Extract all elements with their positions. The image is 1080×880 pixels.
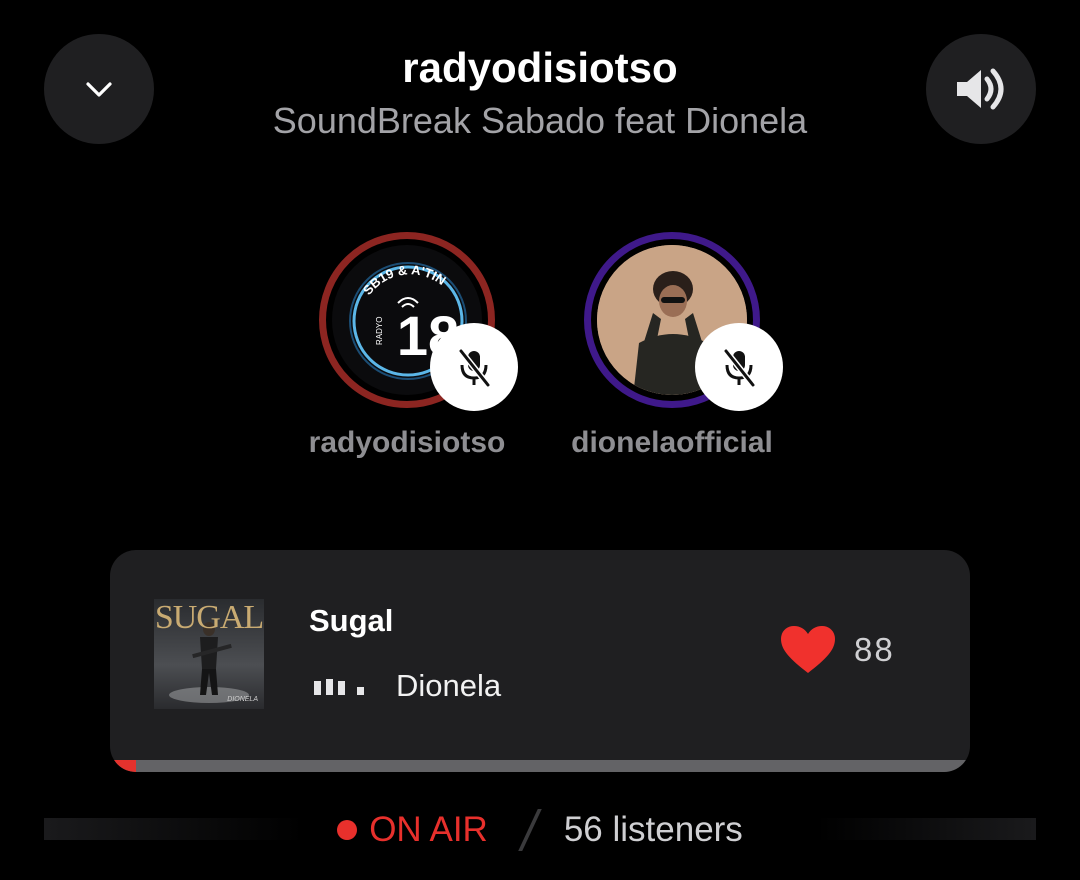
like-button[interactable]: 88 bbox=[780, 625, 895, 675]
host-avatar[interactable] bbox=[584, 232, 783, 411]
now-playing-card[interactable]: SUGAL DIONELA Sugal Dionela 88 bbox=[110, 550, 970, 772]
live-dot-icon bbox=[337, 820, 358, 840]
room-subtitle: SoundBreak Sabado feat Dionela bbox=[272, 100, 808, 141]
svg-text:RADYO: RADYO bbox=[375, 317, 384, 345]
progress-bar[interactable] bbox=[110, 760, 970, 772]
avatar-arc-text: SB19 & A'TIN bbox=[360, 262, 449, 297]
volume-button[interactable] bbox=[926, 34, 1036, 144]
equalizer-icon bbox=[314, 679, 364, 695]
host-dionelaofficial[interactable]: dionelaofficial bbox=[542, 232, 802, 460]
listeners-count[interactable]: 56 listeners bbox=[564, 810, 743, 850]
divider bbox=[518, 809, 542, 851]
host-name: dionelaofficial bbox=[571, 426, 773, 459]
album-art[interactable]: SUGAL DIONELA bbox=[154, 599, 264, 709]
room-title: radyodisiotso bbox=[402, 44, 678, 91]
album-artist-text: DIONELA bbox=[227, 696, 258, 703]
album-title-text: SUGAL bbox=[154, 599, 264, 636]
svg-text:SB19 & A'TIN: SB19 & A'TIN bbox=[360, 262, 449, 297]
on-air-label: ON AIR bbox=[369, 810, 488, 849]
like-count: 88 bbox=[854, 631, 895, 668]
song-artist-row: Dionela bbox=[314, 668, 501, 704]
mic-off-icon bbox=[458, 349, 491, 387]
host-radyodisiotso[interactable]: SB19 & A'TIN 18 RADYO radyodisiotso bbox=[277, 232, 537, 460]
heart-icon bbox=[781, 626, 835, 673]
progress-fill bbox=[110, 760, 136, 772]
host-avatar[interactable]: SB19 & A'TIN 18 RADYO bbox=[319, 232, 518, 411]
mic-muted-badge bbox=[695, 323, 783, 411]
song-artist: Dionela bbox=[396, 668, 502, 703]
host-name: radyodisiotso bbox=[308, 426, 506, 459]
broadcast-status: ON AIR 56 listeners bbox=[0, 808, 1080, 852]
song-title: Sugal bbox=[309, 603, 394, 638]
mic-muted-badge bbox=[430, 323, 518, 411]
mic-off-icon bbox=[723, 349, 756, 387]
speaker-volume-icon bbox=[957, 68, 1004, 110]
